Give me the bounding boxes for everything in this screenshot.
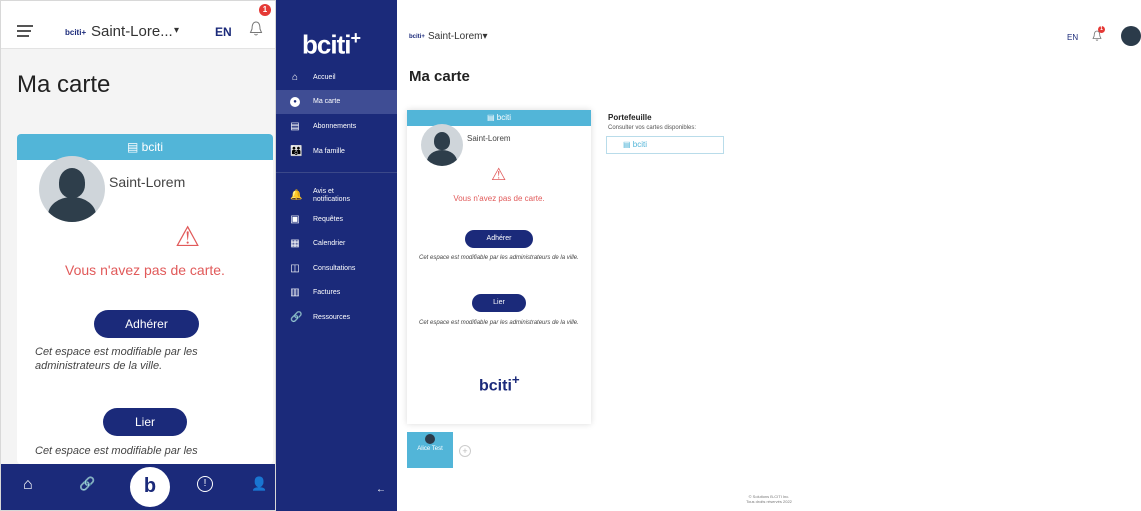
sidebar-item-label: Requêtes <box>313 216 343 223</box>
sidebar-item-factures[interactable]: ▥ Factures <box>276 281 397 305</box>
page-title: Ma carte <box>17 71 111 98</box>
sidebar-item-avis[interactable]: 🔔 Avis et notifications <box>276 184 397 210</box>
family-member-alice[interactable]: Alice Test <box>407 432 453 468</box>
bciti-logo: bciti+ <box>409 34 425 40</box>
city-selector[interactable]: Saint-Lorem▾ <box>428 31 488 42</box>
sidebar-item-label: Ma carte <box>313 98 341 105</box>
page-title: Ma carte <box>409 68 470 85</box>
bciti-card-logo: bciti+ <box>479 372 520 395</box>
card-header: ▤ bciti <box>17 134 273 160</box>
card-city-name: Saint-Lorem <box>109 174 186 190</box>
sidebar-item-ma-famille[interactable]: 👪 Ma famille <box>276 140 397 164</box>
avatar <box>39 156 105 222</box>
family-member-name: Alice Test <box>417 446 443 452</box>
user-icon[interactable]: 👤 <box>251 476 267 492</box>
sidebar: bciti+ ⌂ Accueil ● Ma carte ▤ Abonnements 👪… <box>276 0 397 511</box>
wallet-card-label: bciti <box>632 140 648 149</box>
bell-icon: 🔔 <box>290 190 303 201</box>
bell-icon[interactable] <box>249 21 263 37</box>
sidebar-item-label: Ressources <box>313 314 350 321</box>
link-icon[interactable]: 🔗 <box>79 476 95 492</box>
sidebar-item-consultations[interactable]: ◫ Consultations <box>276 257 397 281</box>
sidebar-item-label: Accueil <box>313 74 336 81</box>
chevron-down-icon: ▾ <box>482 31 488 42</box>
notification-badge: 1 <box>1098 26 1105 33</box>
city-selector[interactable]: Saint-Lore... <box>91 23 173 40</box>
sidebar-item-label: Factures <box>313 289 341 296</box>
language-toggle[interactable]: EN <box>215 25 232 39</box>
sidebar-item-label: Consultations <box>313 265 356 272</box>
warning-icon: ⚠ <box>175 221 201 252</box>
family-icon: 👪 <box>290 146 303 157</box>
warning-icon: ⚠ <box>491 165 507 184</box>
bottom-nav: ⌂ 🔗 b ! 👤 <box>1 464 275 510</box>
admin-note: Cet espace est modifiable par les admini… <box>419 255 579 261</box>
card-header-label: bciti <box>141 140 163 154</box>
card-header-label: bciti <box>496 113 511 122</box>
bciti-center-button[interactable]: b <box>127 464 173 510</box>
footer: © Solutions B-CITI Inc. Tous droits rése… <box>397 494 1141 504</box>
sidebar-item-label: Calendrier <box>313 240 346 247</box>
chevron-down-icon[interactable]: ▾ <box>174 25 179 36</box>
alert-icon[interactable]: ! <box>197 476 213 492</box>
consultation-icon: ◫ <box>290 263 300 274</box>
wallet-title: Portefeuille <box>608 113 652 122</box>
sidebar-item-abonnements[interactable]: ▤ Abonnements <box>276 115 397 139</box>
subscription-icon: ▤ <box>290 121 300 132</box>
sidebar-item-label: Ma famille <box>313 148 345 155</box>
member-card: ▤ bciti Saint-Lorem ⚠ Vous n'avez pas de… <box>407 110 591 424</box>
user-avatar[interactable] <box>1121 26 1141 46</box>
sidebar-item-ressources[interactable]: 🔗 Ressources <box>276 306 397 330</box>
link-icon: 🔗 <box>290 312 303 323</box>
card-icon: ● <box>290 97 300 107</box>
hamburger-menu-icon[interactable] <box>17 25 35 40</box>
sidebar-item-label: Abonnements <box>313 123 357 130</box>
lier-button[interactable]: Lier <box>472 294 526 312</box>
home-icon[interactable]: ⌂ <box>23 476 33 494</box>
sidebar-item-accueil[interactable]: ⌂ Accueil <box>276 66 397 90</box>
sidebar-item-calendrier[interactable]: ▦ Calendrier <box>276 232 397 256</box>
wallet-subtitle: Consulter vos cartes disponibles: <box>608 125 697 131</box>
invoice-icon: ▥ <box>290 287 300 298</box>
footer-rights: Tous droits réservés 2022 <box>746 499 792 504</box>
card-city-name: Saint-Lorem <box>467 134 511 143</box>
request-icon: ▣ <box>290 214 300 225</box>
desktop-main: bciti+ Saint-Lorem▾ EN 1 Ma carte ▤ bcit… <box>397 0 1141 511</box>
avatar <box>421 124 463 166</box>
admin-note-2: Cet espace est modifiable par les admini… <box>419 320 579 326</box>
card-logo-text: bciti <box>479 377 512 395</box>
notification-badge: 1 <box>259 4 271 16</box>
logo-text: bciti <box>302 29 351 60</box>
sidebar-divider <box>276 172 397 173</box>
city-name: Saint-Lorem <box>428 31 483 42</box>
home-icon: ⌂ <box>291 72 299 83</box>
arrow-left-icon[interactable]: ← <box>376 484 386 495</box>
admin-note-2: Cet espace est modifiable par les <box>35 445 198 457</box>
bciti-logo: bciti+ <box>302 28 361 61</box>
bciti-logo: bciti+ <box>65 28 87 37</box>
card-logo-plus: + <box>511 372 520 387</box>
adherer-button[interactable]: Adhérer <box>94 310 199 338</box>
wallet-card-bciti[interactable]: ▤ bciti <box>606 136 724 154</box>
member-card: ▤ bciti Saint-Lorem ⚠ Vous n'avez pas de… <box>17 134 273 464</box>
mobile-view: bciti+ Saint-Lore... ▾ EN 1 Ma carte ▤ b… <box>0 0 276 511</box>
adherer-button[interactable]: Adhérer <box>465 230 533 248</box>
no-card-message: Vous n'avez pas de carte. <box>453 194 545 203</box>
language-toggle[interactable]: EN <box>1067 33 1078 42</box>
no-card-message: Vous n'avez pas de carte. <box>65 262 225 278</box>
lier-button[interactable]: Lier <box>103 408 187 436</box>
card-header: ▤ bciti <box>407 110 591 126</box>
avatar <box>425 434 435 444</box>
sidebar-item-requetes[interactable]: ▣ Requêtes <box>276 208 397 232</box>
calendar-icon: ▦ <box>290 238 300 249</box>
mobile-header: bciti+ Saint-Lore... ▾ EN 1 <box>1 1 275 49</box>
sidebar-item-ma-carte[interactable]: ● Ma carte <box>276 90 397 114</box>
screenshot-root: bciti+ Saint-Lore... ▾ EN 1 Ma carte ▤ b… <box>0 0 1141 511</box>
logo-plus: + <box>350 28 360 48</box>
admin-note: Cet espace est modifiable par les admini… <box>35 346 198 372</box>
sidebar-item-label: Avis et notifications <box>313 188 350 203</box>
add-family-icon[interactable]: + <box>459 445 471 457</box>
